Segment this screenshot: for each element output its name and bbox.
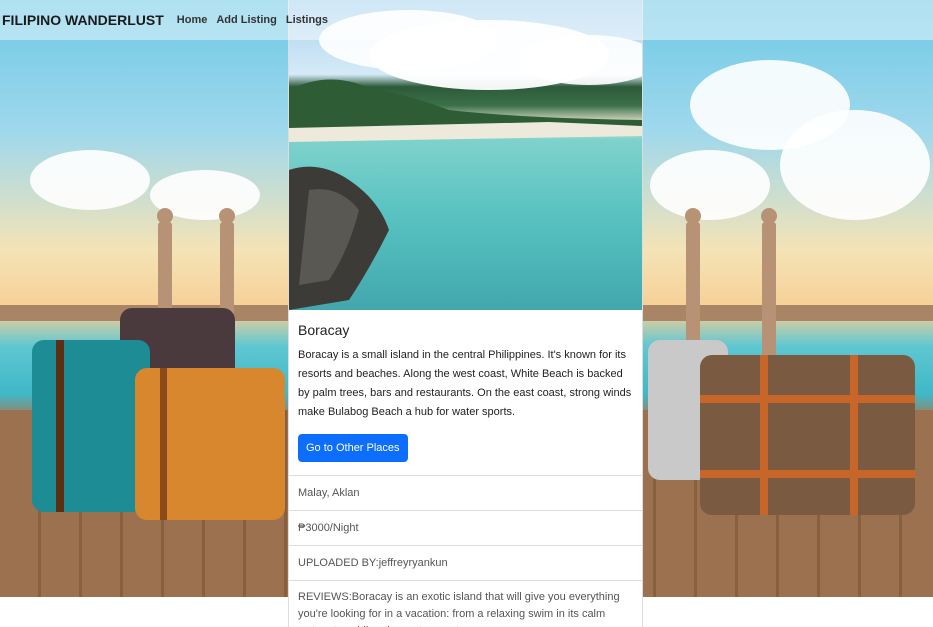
nav-link-listings[interactable]: Listings [286, 14, 328, 26]
listing-uploader: UPLOADED BY:jeffreyryankun [289, 545, 642, 580]
brand-logo[interactable]: FILIPINO WANDERLUST [2, 12, 164, 28]
nav-link-add-listing[interactable]: Add Listing [216, 14, 277, 26]
listing-image [289, 0, 642, 310]
listing-card: Boracay Boracay is a small island in the… [288, 0, 643, 627]
nav-link-home[interactable]: Home [177, 14, 208, 26]
listing-price: ₱3000/Night [289, 510, 642, 545]
listing-title: Boracay [298, 322, 350, 338]
listing-reviews: REVIEWS:Boracay is an exotic island that… [289, 580, 642, 627]
listing-description: Boracay is a small island in the central… [298, 349, 632, 418]
listing-location: Malay, Aklan [289, 475, 642, 510]
top-navbar: FILIPINO WANDERLUST Home Add Listing Lis… [0, 0, 933, 40]
go-to-other-places-button[interactable]: Go to Other Places [298, 434, 408, 462]
